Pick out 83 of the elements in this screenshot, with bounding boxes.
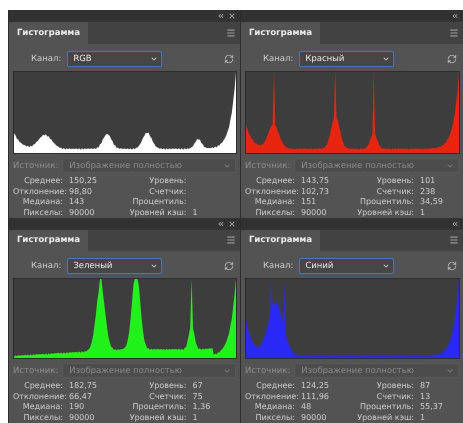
stat-value: 90000 <box>69 412 96 423</box>
source-label: Источник: <box>245 366 290 376</box>
stat-value: 101 <box>420 176 436 186</box>
source-label: Источник: <box>13 366 58 376</box>
stat-label: Среднее: <box>23 381 63 392</box>
stat-label: Процентиль: <box>132 197 186 208</box>
refresh-icon[interactable] <box>224 54 234 64</box>
stat-label: Уровней кэш: <box>128 208 186 218</box>
stat-label: Пикселы: <box>22 412 63 423</box>
stat-value: 66,47 <box>69 392 93 402</box>
stat-label: Среднее: <box>23 176 63 186</box>
stat-label: Процентиль: <box>359 402 414 412</box>
stat-value: 111,96 <box>301 392 330 402</box>
stat-label: Уровень: <box>148 381 186 392</box>
stat-value: 55,37 <box>420 402 444 412</box>
panel-tab[interactable]: Гистограмма <box>241 22 320 44</box>
stat-value: 13 <box>420 392 432 402</box>
stat-value: 1 <box>420 412 426 423</box>
stat-label: Уровней кэш: <box>128 412 186 423</box>
stat-value: 151 <box>301 197 318 208</box>
channel-dropdown[interactable]: Красный <box>299 50 394 67</box>
stat-label: Процентиль: <box>132 402 186 412</box>
stat-value: 48 <box>301 402 312 412</box>
stat-label: Уровень: <box>376 381 414 392</box>
refresh-icon[interactable] <box>447 260 457 271</box>
stat-label: Пикселы: <box>22 208 63 218</box>
stat-value: 1 <box>192 208 199 218</box>
stat-label: Пикселы: <box>254 208 295 218</box>
panel-tab[interactable]: Гистограмма <box>241 230 320 251</box>
stat-value: 90000 <box>301 208 328 218</box>
stat-value: 67 <box>192 381 204 392</box>
channel-label: Канал: <box>31 260 62 271</box>
refresh-icon[interactable] <box>447 54 457 64</box>
stat-value: 143 <box>69 197 86 208</box>
collapse-icon[interactable] <box>217 220 225 228</box>
source-label: Источник: <box>245 160 290 170</box>
stat-value: 34,59 <box>420 197 444 208</box>
stat-label: Уровней кэш: <box>356 412 414 423</box>
panel-tab[interactable]: Гистограмма <box>9 230 88 251</box>
collapse-icon[interactable] <box>451 220 459 228</box>
stat-label: Медиана: <box>22 197 63 208</box>
stat-value: 238 <box>420 186 436 197</box>
stat-value: 150,25 <box>69 176 98 186</box>
channel-dropdown[interactable]: Зеленый <box>67 258 162 274</box>
refresh-icon[interactable] <box>224 260 234 271</box>
channel-label: Канал: <box>31 54 62 64</box>
stat-value: 90000 <box>301 412 328 423</box>
stat-value: 143,75 <box>301 176 330 186</box>
close-icon[interactable] <box>228 220 236 228</box>
stat-label: Счетчик: <box>376 186 414 197</box>
collapse-icon[interactable] <box>217 12 225 20</box>
stat-value: 87 <box>420 381 432 392</box>
stat-value: 90000 <box>69 208 96 218</box>
close-icon[interactable] <box>228 12 236 20</box>
stat-label: Медиана: <box>254 197 295 208</box>
stat-label: Среднее: <box>255 176 295 186</box>
stat-label: Счетчик: <box>376 392 414 402</box>
stat-label: Уровней кэш: <box>356 208 414 218</box>
stat-label: Пикселы: <box>254 412 295 423</box>
channel-dropdown[interactable]: Синий <box>299 258 394 274</box>
stat-label: Уровень: <box>148 176 186 186</box>
stat-label: Счетчик: <box>148 186 186 197</box>
stat-label: Медиана: <box>22 402 63 412</box>
stat-value: 98,80 <box>69 186 93 197</box>
stat-value: 102,73 <box>301 186 330 197</box>
stat-label: Медиана: <box>254 402 295 412</box>
stat-label: Среднее: <box>255 381 295 392</box>
stat-value: 1 <box>420 208 426 218</box>
channel-label: Канал: <box>263 54 294 64</box>
stat-label: Процентиль: <box>359 197 414 208</box>
stat-value: 182,75 <box>69 381 98 392</box>
stat-value: 190 <box>69 402 86 412</box>
panel-tab[interactable]: Гистограмма <box>9 22 88 44</box>
stat-label: Уровень: <box>376 176 414 186</box>
stat-value: 124,25 <box>301 381 330 392</box>
collapse-icon[interactable] <box>451 12 459 20</box>
stat-value: 1,36 <box>192 402 212 412</box>
channel-label: Канал: <box>263 260 294 271</box>
source-label: Источник: <box>13 160 58 170</box>
stat-value: 1 <box>192 412 199 423</box>
channel-dropdown[interactable]: RGB <box>67 50 162 67</box>
stat-value: 75 <box>192 392 204 402</box>
stat-label: Счетчик: <box>148 392 186 402</box>
